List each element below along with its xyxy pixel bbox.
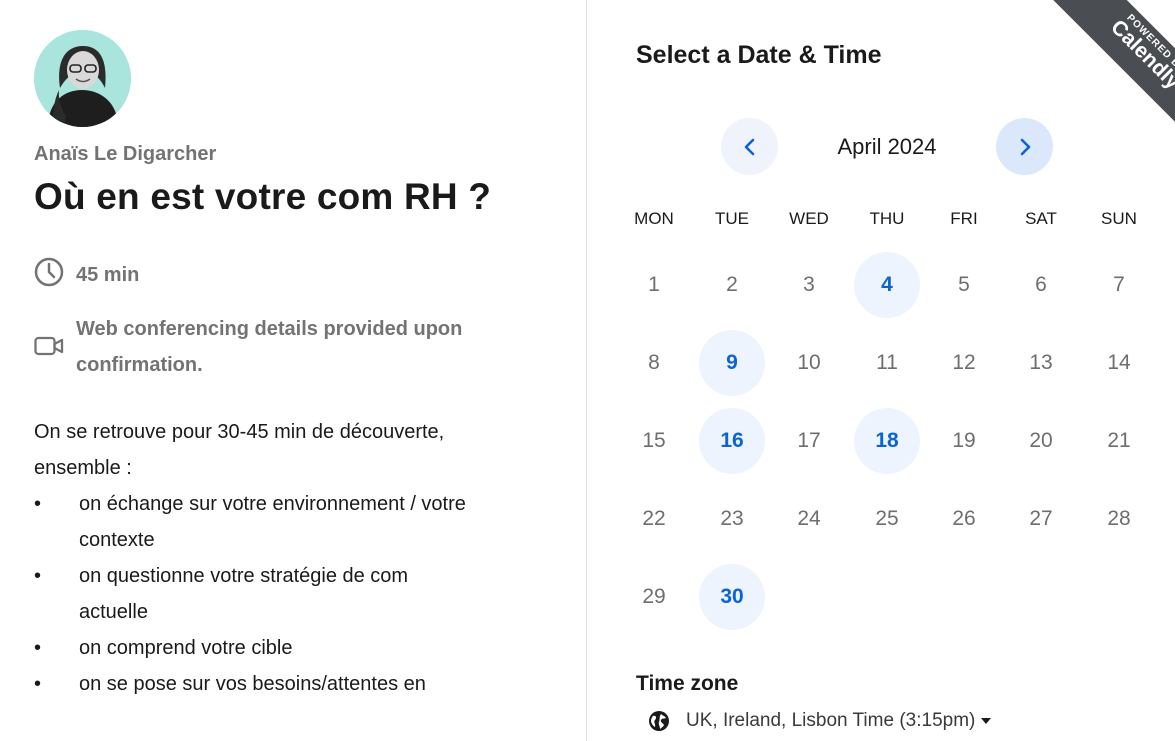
description-intro-line-2: ensemble : <box>34 457 132 479</box>
calendar-day: 23 <box>720 507 744 530</box>
list-item-line-2: actuelle <box>79 601 148 623</box>
avatar-image <box>34 30 131 127</box>
conferencing-row: Web conferencing details provided upon c… <box>34 311 462 383</box>
duration-text: 45 min <box>76 264 140 286</box>
list-item-line-1: on échange sur votre environnement / vot… <box>79 493 466 515</box>
calendar-day: 17 <box>797 429 821 452</box>
bullet: • <box>34 673 42 695</box>
chevron-left-icon <box>744 138 754 155</box>
scheduling-panel: Select a Date & Time April 2024 MON TUE WE… <box>588 0 1175 741</box>
powered-by-calendly-badge[interactable]: POWERED BY Calendly <box>1045 0 1175 130</box>
host-avatar <box>34 30 131 127</box>
list-item: • on échange sur votre environnement / v… <box>34 486 554 558</box>
list-item: • on questionne votre stratégie de com a… <box>34 558 554 630</box>
calendar-day-available[interactable]: 30 <box>699 564 765 630</box>
list-item: • on comprend votre cible <box>34 630 554 666</box>
caret-down-icon <box>981 718 992 724</box>
calendar-day: 10 <box>797 351 821 374</box>
duration-row: 45 min <box>34 257 139 293</box>
calendar-day: 14 <box>1107 351 1131 374</box>
list-item: • on se pose sur vos besoins/attentes en <box>34 666 554 702</box>
bullet: • <box>34 493 42 515</box>
globe-icon <box>649 711 669 731</box>
event-description: On se retrouve pour 30-45 min de découve… <box>34 414 554 702</box>
calendar-day: 7 <box>1113 273 1125 296</box>
description-list: • on échange sur votre environnement / v… <box>34 486 554 702</box>
calendar-day: 2 <box>726 273 738 296</box>
calendar-day: 25 <box>875 507 899 530</box>
description-intro-line-1: On se retrouve pour 30-45 min de découve… <box>34 421 445 443</box>
timezone-select[interactable]: UK, Ireland, Lisbon Time (3:15pm) <box>648 710 992 732</box>
calendar-day: 27 <box>1029 507 1053 530</box>
month-label: April 2024 <box>837 134 937 159</box>
list-item-line-1: on se pose sur vos besoins/attentes en <box>79 673 426 695</box>
calendar-day: 20 <box>1029 429 1053 452</box>
calendar-day-available[interactable]: 16 <box>699 408 765 474</box>
calendar-day: 28 <box>1107 507 1131 530</box>
calendar-day-available[interactable]: 18 <box>854 408 920 474</box>
conferencing-line-2: confirmation. <box>76 354 203 376</box>
badge-ribbon: POWERED BY Calendly <box>1052 0 1175 130</box>
list-item-line-1: on comprend votre cible <box>79 637 293 659</box>
calendar-day: 5 <box>958 273 970 296</box>
calendar-day: 22 <box>642 507 666 530</box>
conferencing-text: Web conferencing details provided upon c… <box>76 311 462 383</box>
bullet: • <box>34 637 42 659</box>
calendar-day-available[interactable]: 4 <box>854 252 920 318</box>
calendar-day: 13 <box>1029 351 1053 374</box>
calendar-day: 29 <box>642 585 666 608</box>
event-details-panel: Anaïs Le Digarcher Où en est votre com R… <box>0 0 587 741</box>
prev-month-button[interactable] <box>721 118 778 175</box>
host-name: Anaïs Le Digarcher <box>34 143 217 165</box>
weekday-label: FRI <box>950 209 978 228</box>
chevron-right-icon <box>1020 138 1030 155</box>
section-title: Select a Date & Time <box>636 41 882 69</box>
calendar-day: 15 <box>642 429 666 452</box>
badge-brand: Calendly <box>1106 15 1175 94</box>
timezone-value: UK, Ireland, Lisbon Time (3:15pm) <box>686 710 976 731</box>
calendar-day: 8 <box>648 351 660 374</box>
calendar-day: 21 <box>1107 429 1131 452</box>
calendar-day: 12 <box>952 351 976 374</box>
list-item-line-2: contexte <box>79 529 155 551</box>
calendar-day: 19 <box>952 429 976 452</box>
calendar-day: 11 <box>876 351 898 374</box>
calendar-day: 1 <box>648 273 660 296</box>
calendar-day: 26 <box>952 507 976 530</box>
weekday-label: MON <box>634 209 674 228</box>
bullet: • <box>34 565 42 587</box>
calendar-day: 24 <box>797 507 821 530</box>
conferencing-line-1: Web conferencing details provided upon <box>76 318 463 340</box>
calendar-day-available[interactable]: 9 <box>699 330 765 396</box>
clock-icon <box>34 257 64 287</box>
weekday-label: SAT <box>1025 209 1057 228</box>
calendar-day: 6 <box>1035 273 1047 296</box>
event-title: Où en est votre com RH ? <box>34 176 492 217</box>
timezone-label: Time zone <box>636 672 739 695</box>
weekday-label: SUN <box>1101 209 1137 228</box>
weekday-label: TUE <box>715 209 749 228</box>
weekday-label: WED <box>789 209 829 228</box>
list-item-line-1: on questionne votre stratégie de com <box>79 565 409 587</box>
weekday-label: THU <box>869 209 905 228</box>
calendar-day: 3 <box>803 273 815 296</box>
video-camera-icon <box>34 331 64 361</box>
